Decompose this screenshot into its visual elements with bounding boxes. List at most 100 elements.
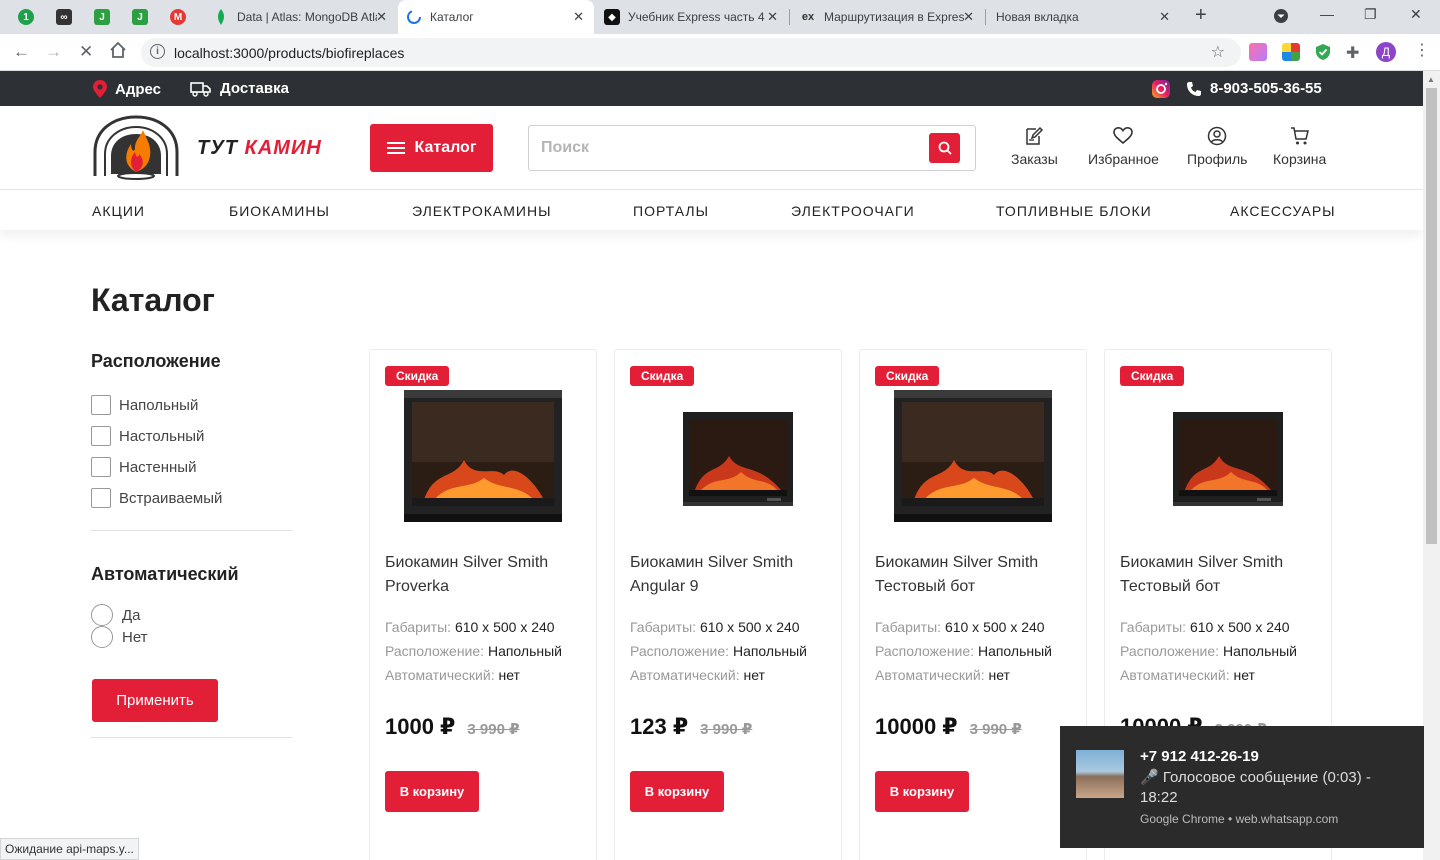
add-to-cart-button[interactable]: В корзину (875, 771, 969, 812)
pinned-tab-1[interactable]: 1 (18, 9, 34, 25)
browser-menu-icon[interactable]: ⋮ (1414, 40, 1432, 59)
address-link[interactable]: Адрес (93, 80, 161, 98)
profile-link[interactable]: Профиль (1187, 126, 1247, 167)
instagram-link[interactable] (1151, 79, 1179, 99)
old-price: 3 990 ₽ (969, 721, 1022, 738)
tab-mongodb-atlas[interactable]: Data | Atlas: MongoDB Atlas ✕ (205, 0, 397, 34)
product-card[interactable]: Скидка Биокамин Silver Smith Тестовый бот… (859, 349, 1087, 860)
pinned-tab-3[interactable]: J (94, 9, 110, 25)
add-to-cart-button[interactable]: В корзину (385, 771, 479, 812)
menu-item-portals[interactable]: ПОРТАЛЫ (633, 203, 709, 219)
notification-sender: +7 912 412-26-19 (1140, 748, 1259, 765)
tab-express-routing[interactable]: ex Маршрутизация в Express ✕ (792, 0, 984, 34)
orders-link[interactable]: Заказы (1011, 126, 1058, 167)
filter-divider (91, 530, 292, 531)
menu-item-electric-hearths[interactable]: ЭЛЕКТРООЧАГИ (791, 203, 915, 219)
stop-loading-icon[interactable]: ✕ (79, 42, 93, 62)
scroll-up-arrow-icon[interactable]: ▲ (1427, 75, 1435, 84)
heart-icon (1113, 126, 1134, 145)
product-name[interactable]: Биокамин Silver Smith Proverka (385, 551, 585, 599)
filter-auto-title: Автоматический (91, 564, 239, 584)
menu-item-biofireplaces[interactable]: БИОКАМИНЫ (229, 203, 330, 219)
tab-separator (985, 9, 986, 25)
tab-express-tutorial[interactable]: ◆ Учебник Express часть 4 ✕ (596, 0, 788, 34)
search-input[interactable] (529, 126, 919, 170)
product-name[interactable]: Биокамин Silver Smith Angular 9 (630, 551, 830, 599)
desktop-notification[interactable]: +7 912 412-26-19 🎤 Голосовое сообщение (… (1060, 726, 1424, 848)
maximize-icon[interactable]: ❐ (1364, 6, 1377, 23)
scrollbar-thumb[interactable] (1426, 88, 1437, 544)
extensions-puzzle-icon[interactable]: ✚ (1346, 43, 1364, 62)
menu-item-sales[interactable]: АКЦИИ (92, 203, 145, 219)
loading-spinner-icon (406, 9, 422, 25)
product-image[interactable] (1139, 390, 1297, 522)
apply-filters-button[interactable]: Применить (92, 679, 218, 722)
checkbox[interactable] (91, 426, 111, 446)
search-button[interactable] (929, 133, 960, 163)
catalog-button[interactable]: Каталог (370, 124, 493, 172)
back-arrow-icon[interactable]: ← (13, 42, 30, 62)
product-dimensions: Габариты: 610 x 500 x 240 (630, 619, 800, 635)
url-text: localhost:3000/products/biofireplaces (174, 45, 405, 61)
site-logo[interactable] (91, 114, 181, 180)
menu-item-fuel-blocks[interactable]: ТОПЛИВНЫЕ БЛОКИ (996, 203, 1152, 219)
delivery-link[interactable]: Доставка (190, 80, 289, 97)
radio-button[interactable] (91, 626, 113, 648)
search-box (528, 125, 976, 171)
phone-link[interactable]: 8-903-505-36-55 (1186, 80, 1322, 97)
product-card[interactable]: Скидка Биокамин Silver Smith Angular 9 Габ… (614, 349, 842, 860)
site-top-bar: Адрес Доставка 8-903-505-36-55 (0, 71, 1423, 106)
current-price: 1000 ₽ (385, 714, 456, 739)
close-tab-icon[interactable]: ✕ (767, 9, 778, 25)
product-name[interactable]: Биокамин Silver Smith Тестовый бот (875, 551, 1075, 599)
filter-auto-yes[interactable]: Да (91, 604, 141, 626)
menu-item-electric-fireplaces[interactable]: ЭЛЕКТРОКАМИНЫ (412, 203, 551, 219)
checkbox[interactable] (91, 488, 111, 508)
product-image[interactable] (649, 390, 807, 522)
extension-gradient-icon[interactable] (1249, 43, 1267, 61)
home-icon[interactable] (109, 41, 127, 64)
close-tab-icon[interactable]: ✕ (1159, 9, 1170, 25)
add-to-cart-button[interactable]: В корзину (630, 771, 724, 812)
filter-location-wall[interactable]: Настенный (91, 457, 196, 477)
close-tab-icon[interactable]: ✕ (963, 9, 974, 25)
close-tab-icon[interactable]: ✕ (376, 9, 387, 25)
filter-location-floor[interactable]: Напольный (91, 395, 198, 415)
site-info-icon[interactable]: i (150, 44, 165, 59)
cart-link[interactable]: Корзина (1273, 126, 1326, 167)
filter-auto-no[interactable]: Нет (91, 626, 148, 648)
product-image[interactable] (404, 390, 562, 522)
address-bar[interactable]: i localhost:3000/products/biofireplaces … (141, 38, 1241, 67)
pinned-tab-5[interactable]: M (170, 9, 186, 25)
page-scrollbar[interactable]: ▲ (1423, 71, 1440, 860)
pinned-tab-2[interactable]: ∞ (56, 9, 72, 25)
product-location: Расположение: Напольный (630, 643, 807, 659)
orders-edit-icon (1026, 126, 1044, 145)
tab-catalog[interactable]: Каталог ✕ (398, 0, 594, 34)
product-card[interactable]: Скидка Биокамин Silver Smith Proverka Габа… (369, 349, 597, 860)
tab-search-icon[interactable] (1273, 8, 1289, 27)
extension-shield-icon[interactable] (1314, 43, 1332, 61)
favorites-link[interactable]: Избранное (1088, 126, 1159, 167)
product-image[interactable] (894, 390, 1052, 522)
pinned-tab-4[interactable]: J (132, 9, 148, 25)
filter-location-title: Расположение (91, 351, 221, 371)
brand-name[interactable]: ТУТ КАМИН (197, 137, 322, 160)
profile-avatar[interactable]: Д (1376, 42, 1396, 62)
filter-location-table[interactable]: Настольный (91, 426, 204, 446)
bookmark-star-icon[interactable]: ☆ (1211, 42, 1225, 62)
checkbox[interactable] (91, 457, 111, 477)
menu-item-accessories[interactable]: АКСЕССУАРЫ (1230, 203, 1336, 219)
close-tab-icon[interactable]: ✕ (573, 9, 584, 25)
extension-color-grid-icon[interactable] (1282, 43, 1300, 61)
close-window-icon[interactable]: ✕ (1410, 6, 1422, 23)
checkbox[interactable] (91, 395, 111, 415)
product-name[interactable]: Биокамин Silver Smith Тестовый бот (1120, 551, 1320, 599)
new-tab-plus-icon[interactable]: + (1195, 4, 1207, 27)
product-dimensions: Габариты: 610 x 500 x 240 (385, 619, 555, 635)
radio-button[interactable] (91, 604, 113, 626)
minimize-icon[interactable]: — (1320, 6, 1334, 22)
tab-new-tab[interactable]: Новая вкладка ✕ (988, 0, 1180, 34)
forward-arrow-icon[interactable]: → (45, 42, 62, 62)
filter-location-built-in[interactable]: Встраиваемый (91, 488, 222, 508)
